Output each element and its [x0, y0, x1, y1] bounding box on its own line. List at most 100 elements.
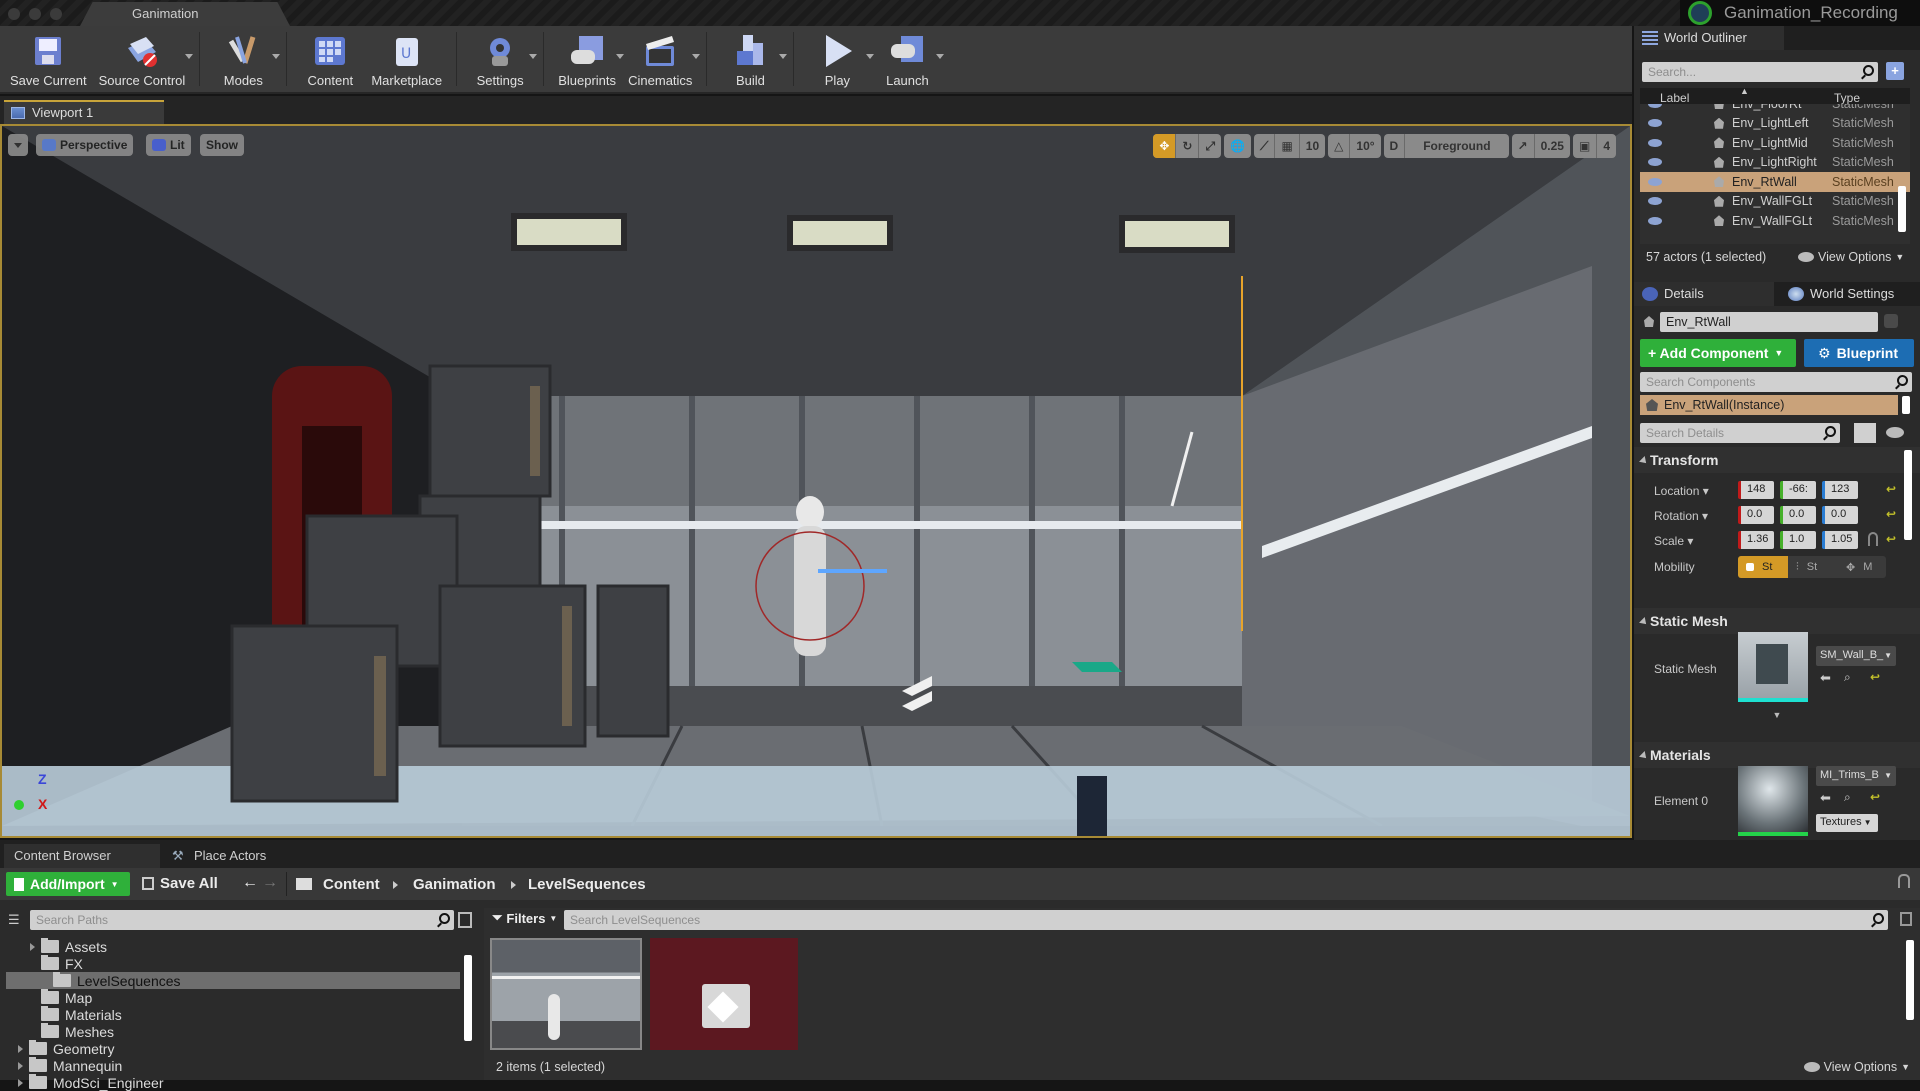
- add-component-button[interactable]: + Add Component ▼: [1640, 339, 1796, 367]
- outliner-search-input[interactable]: Search...: [1642, 62, 1878, 82]
- content-browser-tab[interactable]: Content Browser: [4, 844, 160, 868]
- location-y-field[interactable]: -66:: [1780, 481, 1816, 499]
- translate-mode-button[interactable]: ✥: [1153, 134, 1177, 158]
- expand-arrow-icon[interactable]: [18, 1061, 23, 1070]
- chevron-down-icon[interactable]: [692, 54, 701, 59]
- folder-tree-scrollbar[interactable]: [464, 955, 472, 1041]
- scale-mode-button[interactable]: ⤢: [1199, 134, 1221, 158]
- rotation-label[interactable]: Rotation ▾: [1654, 509, 1708, 523]
- column-label-header[interactable]: Label: [1660, 91, 1689, 105]
- reset-mesh-icon[interactable]: ↩: [1870, 670, 1880, 684]
- mobility-movable-option[interactable]: ✥ M: [1838, 556, 1886, 578]
- save-all-button[interactable]: Save All: [142, 875, 218, 892]
- outliner-row[interactable]: Env_LightRight StaticMesh: [1640, 153, 1910, 173]
- modes-button[interactable]: Modes: [208, 26, 281, 92]
- use-selected-arrow-icon[interactable]: ⬅: [1820, 790, 1831, 806]
- scale-snap-value[interactable]: 0.25: [1535, 134, 1570, 158]
- show-button[interactable]: Show: [200, 134, 244, 156]
- minimize-window-button[interactable]: [29, 8, 41, 20]
- asset-tile-level-sequence-preview[interactable]: [490, 938, 642, 1050]
- folder-tree-item[interactable]: Geometry: [18, 1040, 114, 1057]
- visibility-eye-icon[interactable]: [1648, 158, 1662, 167]
- chevron-down-icon[interactable]: [529, 54, 538, 59]
- outliner-row[interactable]: Env_LightLeft StaticMesh: [1640, 114, 1910, 134]
- rotation-snap-toggle[interactable]: △: [1328, 134, 1351, 158]
- browse-search-icon[interactable]: ⌕: [1844, 790, 1851, 805]
- visibility-eye-icon[interactable]: [1648, 216, 1662, 225]
- breadcrumb-ganimation[interactable]: Ganimation: [413, 876, 496, 893]
- rotation-x-field[interactable]: 0.0: [1738, 506, 1774, 524]
- coordinate-system-button[interactable]: 🌐: [1224, 134, 1252, 158]
- use-selected-arrow-icon[interactable]: ⬅: [1820, 670, 1831, 686]
- visibility-eye-icon[interactable]: [1648, 177, 1662, 186]
- content-button[interactable]: Content: [295, 26, 365, 92]
- folder-tree-item[interactable]: FX: [30, 955, 83, 972]
- level-viewport[interactable]: Perspective Lit Show ✥ ↻ ⤢ 🌐 ⟋ ▦ 10 △ 10…: [0, 124, 1632, 838]
- outliner-row[interactable]: Env_WallFGLt StaticMesh: [1640, 192, 1910, 212]
- settings-button[interactable]: Settings: [465, 26, 538, 92]
- location-label[interactable]: Location ▾: [1654, 484, 1709, 498]
- search-assets-input[interactable]: Search LevelSequences: [564, 910, 1888, 930]
- folder-tree-item[interactable]: LevelSequences: [6, 972, 460, 989]
- filters-button[interactable]: ⏷ Filters ▼: [492, 910, 557, 926]
- rotation-y-field[interactable]: 0.0: [1780, 506, 1816, 524]
- outliner-view-options[interactable]: View Options ▼: [1798, 250, 1904, 264]
- viewport-options-button[interactable]: [8, 134, 28, 156]
- visibility-eye-icon[interactable]: [1648, 138, 1662, 147]
- mobility-stationary-option[interactable]: ⫶ St: [1788, 556, 1838, 578]
- search-components-input[interactable]: Search Components: [1640, 372, 1912, 392]
- folder-tree-item[interactable]: Assets: [30, 938, 107, 955]
- collapse-sources-icon[interactable]: ☰: [8, 912, 20, 928]
- actor-name-input[interactable]: Env_RtWall: [1660, 312, 1878, 332]
- material-thumbnail[interactable]: [1738, 766, 1808, 836]
- expand-arrow-icon[interactable]: [18, 1044, 23, 1053]
- viewport-tab[interactable]: Viewport 1: [4, 100, 164, 124]
- save-current-button[interactable]: Save Current: [4, 26, 93, 92]
- outliner-row[interactable]: Env_FloorRtStaticMesh: [1640, 104, 1910, 114]
- blueprints-button[interactable]: Blueprints: [552, 26, 625, 92]
- expand-arrow-icon[interactable]: [30, 942, 35, 951]
- maximize-window-button[interactable]: [50, 8, 62, 20]
- rotation-z-field[interactable]: 0.0: [1822, 506, 1858, 524]
- lock-icon[interactable]: [1898, 874, 1910, 888]
- lit-button[interactable]: Lit: [146, 134, 191, 156]
- material-asset-dropdown[interactable]: MI_Trims_B ▼: [1816, 766, 1896, 786]
- search-details-input[interactable]: Search Details: [1640, 423, 1840, 443]
- document-tab[interactable]: Ganimation: [80, 2, 290, 26]
- reset-rotation-icon[interactable]: ↩: [1886, 507, 1896, 521]
- content-view-options[interactable]: View Options ▼: [1803, 1060, 1910, 1074]
- static-mesh-section-header[interactable]: Static Mesh: [1634, 608, 1920, 634]
- add-folder-icon[interactable]: +: [1886, 62, 1904, 80]
- viewport-scene[interactable]: [2, 126, 1630, 836]
- layer-dropdown[interactable]: Foreground: [1405, 134, 1508, 158]
- static-mesh-asset-dropdown[interactable]: SM_Wall_B_ ▼: [1816, 646, 1896, 666]
- add-import-button[interactable]: Add/Import ▼: [6, 872, 130, 896]
- world-outliner-tab[interactable]: World Outliner: [1634, 26, 1784, 50]
- scale-x-field[interactable]: 1.36: [1738, 531, 1774, 549]
- reset-location-icon[interactable]: ↩: [1886, 482, 1896, 496]
- search-paths-input[interactable]: Search Paths: [30, 910, 454, 930]
- expand-advanced-icon[interactable]: ▼: [1634, 710, 1920, 722]
- scale-label[interactable]: Scale ▾: [1654, 534, 1693, 548]
- static-mesh-thumbnail[interactable]: [1738, 632, 1808, 702]
- camera-speed-icon[interactable]: ▣: [1573, 134, 1598, 158]
- components-scrollbar[interactable]: [1902, 396, 1910, 414]
- perspective-button[interactable]: Perspective: [36, 134, 134, 156]
- reset-material-icon[interactable]: ↩: [1870, 790, 1880, 804]
- breadcrumb-content[interactable]: Content: [323, 876, 380, 893]
- transform-section-header[interactable]: Transform: [1634, 447, 1920, 473]
- camera-speed-value[interactable]: 4: [1597, 134, 1616, 158]
- lock-actor-icon[interactable]: [1884, 314, 1898, 328]
- mobility-static-option[interactable]: St: [1738, 556, 1788, 578]
- place-actors-tab[interactable]: ⚒ Place Actors: [164, 844, 324, 868]
- launch-button[interactable]: Launch: [872, 26, 945, 92]
- layer-icon[interactable]: D: [1384, 134, 1406, 158]
- rotate-mode-button[interactable]: ↻: [1176, 134, 1200, 158]
- outliner-row[interactable]: Env_WallFGLt StaticMesh: [1640, 211, 1910, 231]
- cinematics-button[interactable]: Cinematics: [622, 26, 701, 92]
- breadcrumb-separator-icon[interactable]: [393, 881, 398, 889]
- folder-tree-item[interactable]: Meshes: [30, 1023, 114, 1040]
- asset-tile-level-sequence[interactable]: [650, 938, 798, 1050]
- breadcrumb-separator-icon[interactable]: [511, 881, 516, 889]
- folder-tree-item[interactable]: Mannequin: [18, 1057, 122, 1074]
